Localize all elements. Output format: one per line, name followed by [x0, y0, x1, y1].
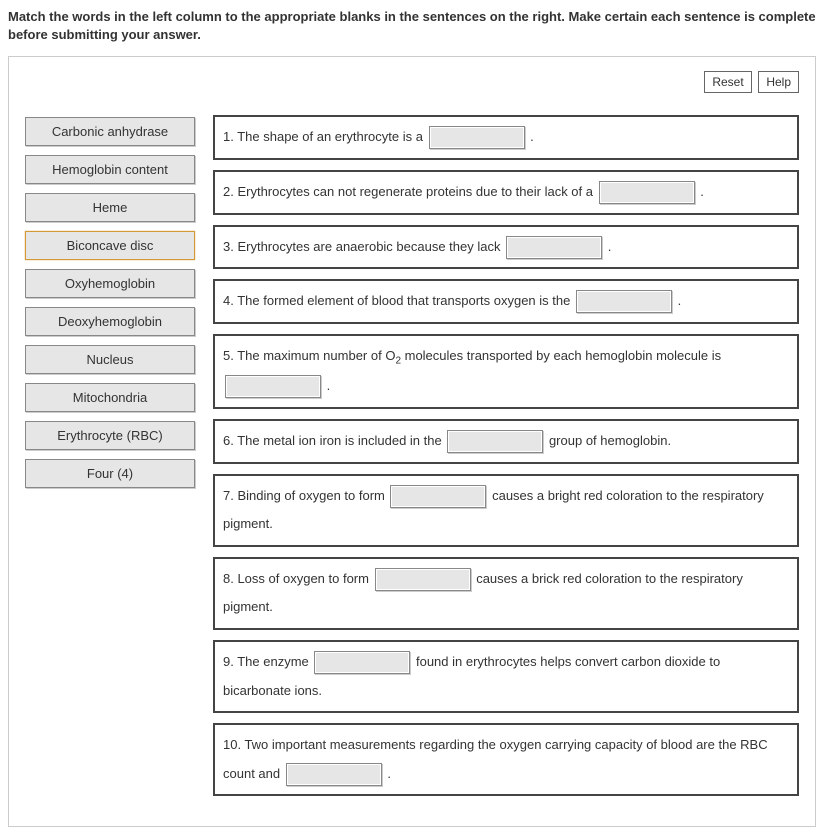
- word-item-mitochondria[interactable]: Mitochondria: [25, 383, 195, 412]
- sentence-4-text-b: .: [674, 293, 681, 308]
- blank-9[interactable]: [314, 651, 410, 674]
- columns: Carbonic anhydrase Hemoglobin content He…: [25, 115, 799, 806]
- sentence-3-text-b: .: [604, 239, 611, 254]
- sentence-4: 4. The formed element of blood that tran…: [213, 279, 799, 324]
- sentence-2-text-b: .: [697, 184, 704, 199]
- sentence-9-text-a: 9. The enzyme: [223, 654, 312, 669]
- sentence-8: 8. Loss of oxygen to form causes a brick…: [213, 557, 799, 630]
- sentence-6-text-b: group of hemoglobin.: [545, 433, 671, 448]
- sentence-2-text-a: 2. Erythrocytes can not regenerate prote…: [223, 184, 597, 199]
- sentence-7: 7. Binding of oxygen to form causes a br…: [213, 474, 799, 547]
- reset-button[interactable]: Reset: [704, 71, 751, 93]
- word-item-hemoglobin-content[interactable]: Hemoglobin content: [25, 155, 195, 184]
- word-item-heme[interactable]: Heme: [25, 193, 195, 222]
- sentence-3: 3. Erythrocytes are anaerobic because th…: [213, 225, 799, 270]
- help-button[interactable]: Help: [758, 71, 799, 93]
- sentence-5-text-c: .: [323, 378, 330, 393]
- blank-7[interactable]: [390, 485, 486, 508]
- sentence-2: 2. Erythrocytes can not regenerate prote…: [213, 170, 799, 215]
- blank-6[interactable]: [447, 430, 543, 453]
- sentence-5-text-a: 5. The maximum number of O: [223, 348, 395, 363]
- sentence-6: 6. The metal ion iron is included in the…: [213, 419, 799, 464]
- sentences-column: 1. The shape of an erythrocyte is a . 2.…: [213, 115, 799, 806]
- sentence-10: 10. Two important measurements regarding…: [213, 723, 799, 796]
- word-item-carbonic-anhydrase[interactable]: Carbonic anhydrase: [25, 117, 195, 146]
- sentence-10-text-b: .: [384, 766, 391, 781]
- sentence-1: 1. The shape of an erythrocyte is a .: [213, 115, 799, 160]
- sentence-1-text-b: .: [527, 129, 534, 144]
- blank-10[interactable]: [286, 763, 382, 786]
- exercise-container: Reset Help Carbonic anhydrase Hemoglobin…: [8, 56, 816, 827]
- sentence-5: 5. The maximum number of O2 molecules tr…: [213, 334, 799, 409]
- sentence-6-text-a: 6. The metal ion iron is included in the: [223, 433, 445, 448]
- blank-1[interactable]: [429, 126, 525, 149]
- instructions-text: Match the words in the left column to th…: [8, 8, 816, 44]
- controls-row: Reset Help: [25, 71, 799, 93]
- sentence-4-text-a: 4. The formed element of blood that tran…: [223, 293, 574, 308]
- sentence-5-text-b: molecules transported by each hemoglobin…: [401, 348, 721, 363]
- sentence-8-text-a: 8. Loss of oxygen to form: [223, 571, 373, 586]
- word-bank: Carbonic anhydrase Hemoglobin content He…: [25, 115, 195, 806]
- blank-8[interactable]: [375, 568, 471, 591]
- sentence-9: 9. The enzyme found in erythrocytes help…: [213, 640, 799, 713]
- sentence-3-text-a: 3. Erythrocytes are anaerobic because th…: [223, 239, 504, 254]
- sentence-7-text-a: 7. Binding of oxygen to form: [223, 488, 388, 503]
- blank-2[interactable]: [599, 181, 695, 204]
- word-item-nucleus[interactable]: Nucleus: [25, 345, 195, 374]
- word-item-deoxyhemoglobin[interactable]: Deoxyhemoglobin: [25, 307, 195, 336]
- word-item-four-4[interactable]: Four (4): [25, 459, 195, 488]
- word-item-erythrocyte-rbc[interactable]: Erythrocyte (RBC): [25, 421, 195, 450]
- blank-4[interactable]: [576, 290, 672, 313]
- blank-3[interactable]: [506, 236, 602, 259]
- sentence-1-text-a: 1. The shape of an erythrocyte is a: [223, 129, 427, 144]
- word-item-oxyhemoglobin[interactable]: Oxyhemoglobin: [25, 269, 195, 298]
- word-item-biconcave-disc[interactable]: Biconcave disc: [25, 231, 195, 260]
- blank-5[interactable]: [225, 375, 321, 398]
